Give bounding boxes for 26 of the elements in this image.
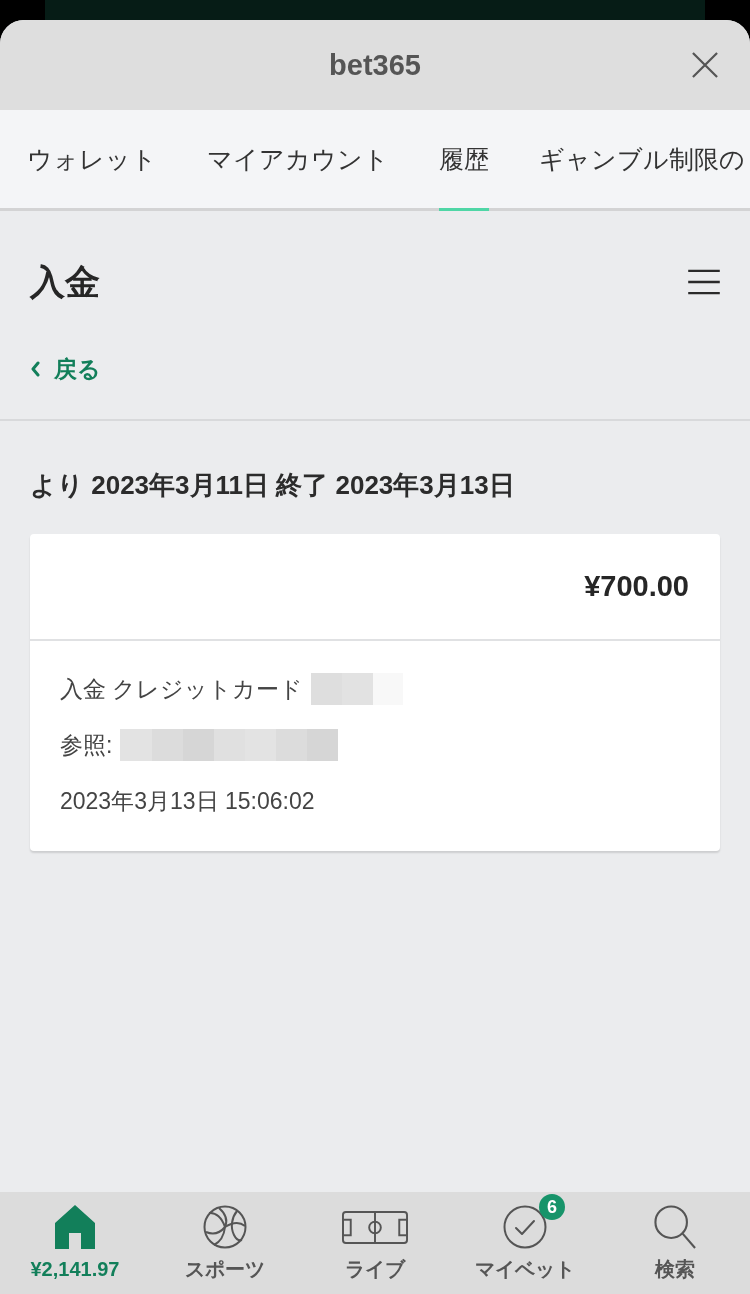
date-range-text: より 2023年3月11日 終了 2023年3月13日 (30, 469, 516, 502)
search-icon (654, 1205, 696, 1249)
tab[interactable]: ウォレット (27, 110, 157, 211)
page-title: 入金 (30, 261, 100, 303)
tab[interactable]: マイアカウント (207, 110, 389, 211)
nav-item[interactable]: ライブ (300, 1192, 450, 1294)
nav-item[interactable]: スポーツ (150, 1192, 300, 1294)
chevron-left-icon (30, 361, 40, 377)
check-circle-icon (503, 1205, 547, 1249)
transaction-detail: 入金 クレジットカード (60, 674, 304, 704)
window-title: bet365 (329, 48, 421, 82)
tab[interactable]: ギャンブル制限の (539, 110, 745, 211)
tab[interactable]: 履歴 (439, 110, 489, 211)
back-link[interactable]: 戻る (30, 351, 101, 387)
transaction-amount: ¥700.00 (584, 570, 689, 603)
pitch-icon (342, 1210, 408, 1244)
nav-item[interactable]: ¥2,141.97 (0, 1192, 150, 1294)
ball-icon (203, 1205, 247, 1249)
house-icon (55, 1205, 95, 1249)
nav-item[interactable]: 6 マイベット (450, 1192, 600, 1294)
close-icon[interactable] (692, 52, 718, 78)
nav-item[interactable]: 検索 (600, 1192, 750, 1294)
menu-icon[interactable] (688, 269, 720, 295)
transaction-detail: 参照: (60, 730, 113, 760)
count-badge: 6 (539, 1194, 565, 1220)
transaction-detail: 2023年3月13日 15:06:02 (60, 786, 315, 816)
